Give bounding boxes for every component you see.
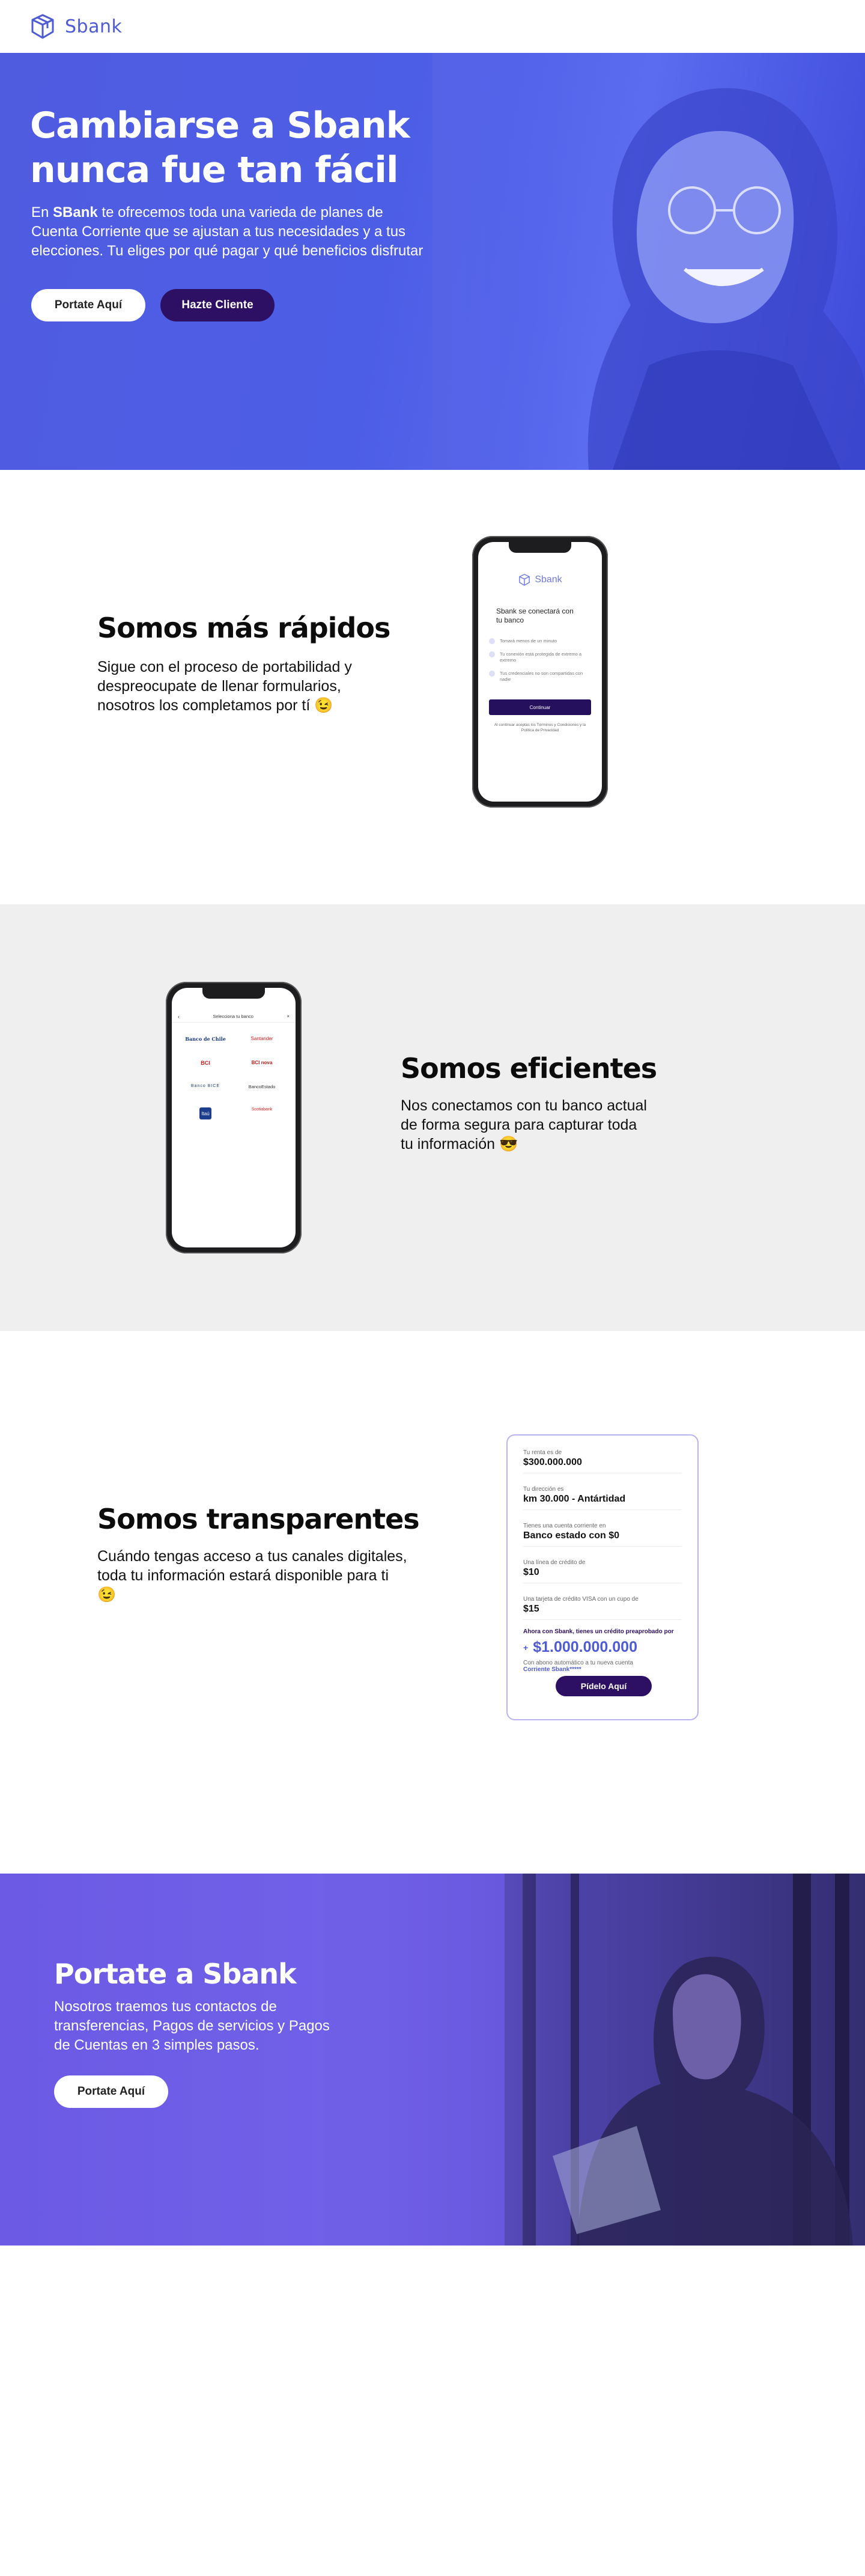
close-icon[interactable]: ×: [287, 1014, 290, 1019]
banner-portate-button[interactable]: Portate Aquí: [54, 2075, 168, 2108]
lock-icon: [489, 671, 495, 677]
transparentes-title: Somos transparentes: [97, 1503, 420, 1535]
phone-bank-header: ‹ Selecciona tu banco ×: [172, 1011, 296, 1023]
card-row-label: Una línea de crédito de: [523, 1559, 586, 1566]
phone-notch: [509, 542, 571, 553]
phone-bank-header-text: Selecciona tu banco: [213, 1014, 253, 1019]
card-row-value: Banco estado con $0: [523, 1530, 620, 1541]
phone-screen: ‹ Selecciona tu banco × Banco de Chile S…: [172, 988, 296, 1247]
phone-logo: Sbank: [478, 573, 602, 586]
list-item: Tomará menos de un minuto: [489, 638, 591, 644]
card-row-value: $10: [523, 1567, 539, 1577]
phone-item-text: Tus credenciales no son compartidas con …: [500, 671, 583, 682]
list-item: Tu conexión está protegida de extremo a …: [489, 651, 591, 663]
portate-button[interactable]: Portate Aquí: [31, 289, 145, 321]
bank-option[interactable]: Itaú: [199, 1107, 211, 1119]
back-arrow-icon[interactable]: ‹: [178, 1014, 180, 1020]
card-row: Tu dirección es km 30.000 - Antártidad: [523, 1482, 682, 1510]
phone-footer-text: Al continuar aceptas los Términos y Cond…: [494, 723, 586, 732]
banner-man-photo: [324, 1874, 865, 2246]
site-header: Sbank: [0, 0, 865, 53]
phone-mockup-connect: Sbank Sbank se conectará con tu banco To…: [472, 536, 608, 808]
deposit-link[interactable]: Corriente Sbank*****: [523, 1666, 682, 1673]
phone-items-list: Tomará menos de un minuto Tu conexión es…: [489, 638, 591, 683]
hero-title-line1: Cambiarse a Sbank: [30, 105, 410, 147]
card-row-value: $300.000.000: [523, 1457, 582, 1467]
hero-section: Cambiarse a Sbank nunca fue tan fácil En…: [0, 53, 865, 470]
rapidos-title: Somos más rápidos: [97, 612, 390, 644]
profile-summary-card: Tu renta es de $300.000.000 Tu dirección…: [506, 1434, 699, 1720]
list-item: Tus credenciales no son compartidas con …: [489, 671, 591, 683]
card-row-label: Una tarjeta de crédito VISA con un cupo …: [523, 1596, 639, 1603]
phone-notch: [202, 988, 265, 999]
banner-title: Portate a Sbank: [54, 1958, 297, 1990]
offer-amount: + $1.000.000.000: [523, 1639, 682, 1656]
phone-screen: Sbank Sbank se conectará con tu banco To…: [478, 542, 602, 802]
card-row-label: Tienes una cuenta corriente en: [523, 1523, 606, 1529]
hero-title-line2: nunca fue tan fácil: [30, 149, 399, 191]
bank-option[interactable]: BancoEstado: [235, 1084, 288, 1089]
hero-title: Cambiarse a Sbank nunca fue tan fácil: [30, 103, 451, 192]
offer-value: $1.000.000.000: [533, 1639, 637, 1655]
card-row: Tienes una cuenta corriente en Banco est…: [523, 1518, 682, 1547]
page: Sbank Cambiarse a Sbank nunca fue tan fá…: [0, 0, 865, 2576]
phone-heading: Sbank se conectará con tu banco: [496, 607, 574, 624]
deposit-text: Con abono automático a tu nueva cuenta: [523, 1660, 633, 1666]
hero-desc-prefix: En: [31, 204, 53, 221]
phone-mockup-banks: ‹ Selecciona tu banco × Banco de Chile S…: [166, 982, 302, 1253]
bank-grid: Banco de Chile Santander BCI BCI nova Ba…: [179, 1036, 288, 1119]
cube-logo-icon: [31, 14, 54, 39]
bank-option[interactable]: BCI nova: [235, 1060, 288, 1066]
hero-desc-brand: SBank: [53, 204, 98, 221]
hero-description: En SBank te ofrecemos toda una varieda d…: [31, 203, 428, 261]
logo-text: Sbank: [65, 16, 123, 37]
card-row-label: Tu renta es de: [523, 1449, 562, 1456]
bank-option[interactable]: Scotiabank: [235, 1107, 288, 1119]
clock-icon: [489, 638, 495, 644]
portate-banner: Portate a Sbank Nosotros traemos tus con…: [0, 1874, 865, 2246]
offer-label: Ahora con Sbank, tienes un crédito preap…: [523, 1628, 674, 1635]
hero-woman-photo: [432, 53, 865, 470]
banner-text: Nosotros traemos tus contactos de transf…: [54, 1999, 330, 2053]
phone-continue-button[interactable]: Continuar: [489, 699, 591, 715]
phone-item-text: Tomará menos de un minuto: [500, 638, 557, 644]
brand-logo[interactable]: Sbank: [29, 13, 122, 40]
card-row-label: Tu dirección es: [523, 1486, 564, 1493]
eficientes-text: Nos conectamos con tu banco actual de fo…: [401, 1097, 647, 1153]
shield-icon: [489, 651, 495, 657]
bank-option[interactable]: Banco de Chile: [179, 1036, 232, 1042]
hazte-cliente-button[interactable]: Hazte Cliente: [160, 289, 275, 321]
bank-option[interactable]: Banco BICE: [179, 1084, 232, 1089]
phone-item-text: Tu conexión está protegida de extremo a …: [500, 651, 582, 663]
cube-logo-icon: [519, 574, 530, 586]
phone-logo-text: Sbank: [535, 574, 562, 585]
rapidos-text: Sigue con el proceso de portabilidad y d…: [97, 659, 352, 714]
pidelo-button[interactable]: Pídelo Aquí: [556, 1676, 652, 1696]
card-row: Una línea de crédito de $10: [523, 1555, 682, 1583]
card-row-value: km 30.000 - Antártidad: [523, 1494, 626, 1504]
transparentes-text: Cuándo tengas acceso a tus canales digit…: [97, 1548, 407, 1603]
card-row-value: $15: [523, 1604, 539, 1614]
card-row: Tu renta es de $300.000.000: [523, 1445, 682, 1473]
plus-icon: +: [523, 1642, 529, 1652]
card-row: Una tarjeta de crédito VISA con un cupo …: [523, 1592, 682, 1620]
eficientes-title: Somos eficientes: [401, 1052, 657, 1085]
bank-option[interactable]: BCI: [179, 1060, 232, 1066]
bank-option[interactable]: Santander: [235, 1036, 288, 1042]
